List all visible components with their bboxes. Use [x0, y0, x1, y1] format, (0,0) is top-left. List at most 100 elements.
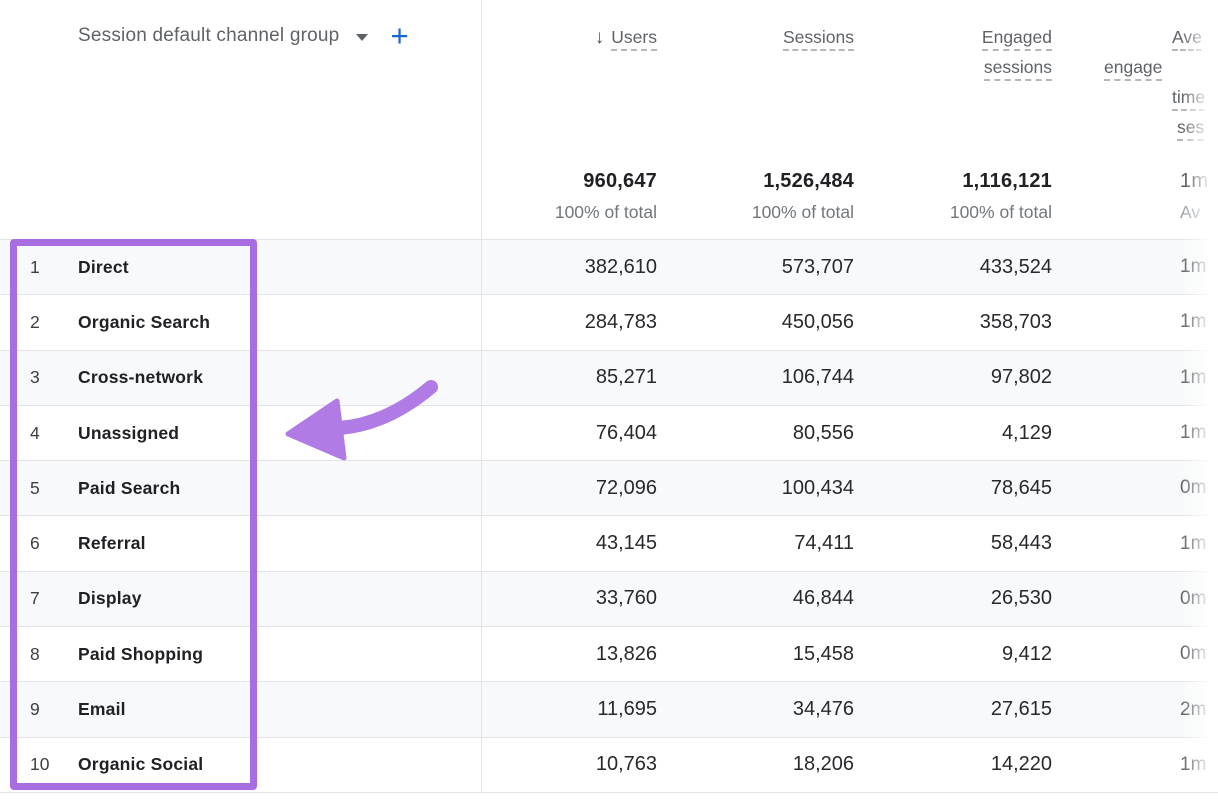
table-row: 7 Display 33,760 46,844 26,530 0m	[0, 572, 1218, 627]
row-rank: 2	[0, 312, 78, 333]
row-engaged-value: 358,703	[854, 311, 1052, 334]
header-spacer-dimension	[78, 22, 482, 82]
table-row: 6 Referral 43,145 74,411 58,443 1m	[0, 516, 1218, 571]
totals-spacer-dimension	[78, 170, 482, 223]
engaged-header-line1: Engaged	[854, 22, 1052, 52]
row-rank: 6	[0, 533, 78, 554]
totals-spacer-rank	[0, 170, 78, 223]
row-sessions-value: 100,434	[657, 477, 854, 500]
totals-engaged-sublabel: 100% of total	[854, 202, 1052, 223]
totals-users-value: 960,647	[482, 170, 657, 193]
row-sessions-value: 450,056	[657, 311, 854, 334]
header-spacer-rank	[0, 22, 78, 82]
table-row: 5 Paid Search 72,096 100,434 78,645 0m	[0, 461, 1218, 516]
row-rank: 8	[0, 644, 78, 665]
row-sessions-value: 15,458	[657, 643, 854, 666]
table-row: 1 Direct 382,610 573,707 433,524 1m	[0, 240, 1218, 295]
row-engaged-value: 4,129	[854, 422, 1052, 445]
row-users-value: 11,695	[482, 698, 657, 721]
column-header-users[interactable]: ↓ Users	[482, 22, 657, 82]
engaged-header-line2: sessions	[854, 52, 1052, 82]
row-engaged-value: 27,615	[854, 698, 1052, 721]
totals-users-sublabel: 100% of total	[482, 202, 657, 223]
row-avg-engagement-time: 0m	[1052, 477, 1218, 499]
row-sessions-value: 74,411	[657, 532, 854, 555]
row-avg-engagement-time: 1m	[1052, 422, 1218, 444]
row-sessions-value: 46,844	[657, 587, 854, 610]
metric-header-row: ↓ Users Sessions Engaged sessions Ave eng…	[0, 22, 1218, 82]
column-header-engaged-sessions[interactable]: Engaged sessions	[854, 22, 1052, 82]
table-row: 8 Paid Shopping 13,826 15,458 9,412 0m	[0, 627, 1218, 682]
row-channel-label: Referral	[78, 533, 482, 554]
row-rank: 1	[0, 257, 78, 278]
row-avg-engagement-time: 2m	[1052, 699, 1218, 721]
row-avg-engagement-time: 0m	[1052, 643, 1218, 665]
row-users-value: 72,096	[482, 477, 657, 500]
table-row: 3 Cross-network 85,271 106,744 97,802 1m	[0, 351, 1218, 406]
avg-header-frag1: Ave	[1172, 26, 1202, 48]
totals-avg-sublabel: Av	[1180, 202, 1218, 223]
table-row: 2 Organic Search 284,783 450,056 358,703…	[0, 295, 1218, 350]
row-engaged-value: 14,220	[854, 753, 1052, 776]
row-users-value: 13,826	[482, 643, 657, 666]
row-sessions-value: 573,707	[657, 256, 854, 279]
row-users-value: 382,610	[482, 256, 657, 279]
totals-avg-value: 1m	[1180, 170, 1218, 193]
row-channel-label: Organic Search	[78, 312, 482, 333]
row-channel-label: Display	[78, 588, 482, 609]
row-rank: 3	[0, 367, 78, 388]
row-engaged-value: 9,412	[854, 643, 1052, 666]
row-rank: 9	[0, 699, 78, 720]
row-engaged-value: 58,443	[854, 532, 1052, 555]
row-sessions-value: 80,556	[657, 422, 854, 445]
avg-header-frag3: time	[1172, 86, 1205, 108]
totals-sessions-sublabel: 100% of total	[657, 202, 854, 223]
row-users-value: 284,783	[482, 311, 657, 334]
row-rank: 7	[0, 588, 78, 609]
row-sessions-value: 106,744	[657, 366, 854, 389]
row-sessions-value: 34,476	[657, 698, 854, 721]
row-engaged-value: 433,524	[854, 256, 1052, 279]
row-avg-engagement-time: 1m	[1052, 367, 1218, 389]
row-users-value: 10,763	[482, 753, 657, 776]
row-channel-label: Paid Search	[78, 478, 482, 499]
row-avg-engagement-time: 1m	[1052, 311, 1218, 333]
table-row: 10 Organic Social 10,763 18,206 14,220 1…	[0, 738, 1218, 793]
sort-descending-icon[interactable]: ↓	[595, 27, 605, 48]
table-row: 4 Unassigned 76,404 80,556 4,129 1m	[0, 406, 1218, 461]
row-rank: 10	[0, 754, 78, 775]
row-users-value: 33,760	[482, 587, 657, 610]
engaged-header-label2[interactable]: sessions	[984, 57, 1052, 81]
column-header-avg-engagement-time[interactable]: Ave engage time ses	[1052, 22, 1218, 82]
row-channel-label: Cross-network	[78, 367, 482, 388]
engaged-header-label1[interactable]: Engaged	[982, 27, 1052, 51]
column-header-sessions[interactable]: Sessions	[657, 22, 854, 82]
row-sessions-value: 18,206	[657, 753, 854, 776]
row-avg-engagement-time: 0m	[1052, 588, 1218, 610]
table-row: 9 Email 11,695 34,476 27,615 2m	[0, 682, 1218, 737]
row-channel-label: Email	[78, 699, 482, 720]
table-body: 1 Direct 382,610 573,707 433,524 1m 2 Or…	[0, 239, 1218, 793]
sessions-header-label[interactable]: Sessions	[783, 27, 854, 51]
row-channel-label: Paid Shopping	[78, 644, 482, 665]
row-channel-label: Direct	[78, 257, 482, 278]
totals-sessions-value: 1,526,484	[657, 170, 854, 193]
totals-users: 960,647 100% of total	[482, 170, 657, 223]
row-users-value: 85,271	[482, 366, 657, 389]
row-engaged-value: 26,530	[854, 587, 1052, 610]
totals-sessions: 1,526,484 100% of total	[657, 170, 854, 223]
row-engaged-value: 78,645	[854, 477, 1052, 500]
row-channel-label: Unassigned	[78, 423, 482, 444]
row-channel-label: Organic Social	[78, 754, 482, 775]
avg-header-frag2: engage	[1104, 56, 1162, 78]
avg-header-frag4: ses	[1177, 116, 1204, 138]
row-engaged-value: 97,802	[854, 366, 1052, 389]
totals-row: 960,647 100% of total 1,526,484 100% of …	[0, 170, 1218, 223]
users-header-label[interactable]: Users	[611, 27, 657, 51]
totals-engaged-sessions: 1,116,121 100% of total	[854, 170, 1052, 223]
row-users-value: 43,145	[482, 532, 657, 555]
totals-avg-engagement-time: 1m Av	[1052, 170, 1218, 223]
row-avg-engagement-time: 1m	[1052, 533, 1218, 555]
row-rank: 5	[0, 478, 78, 499]
totals-engaged-value: 1,116,121	[854, 170, 1052, 193]
